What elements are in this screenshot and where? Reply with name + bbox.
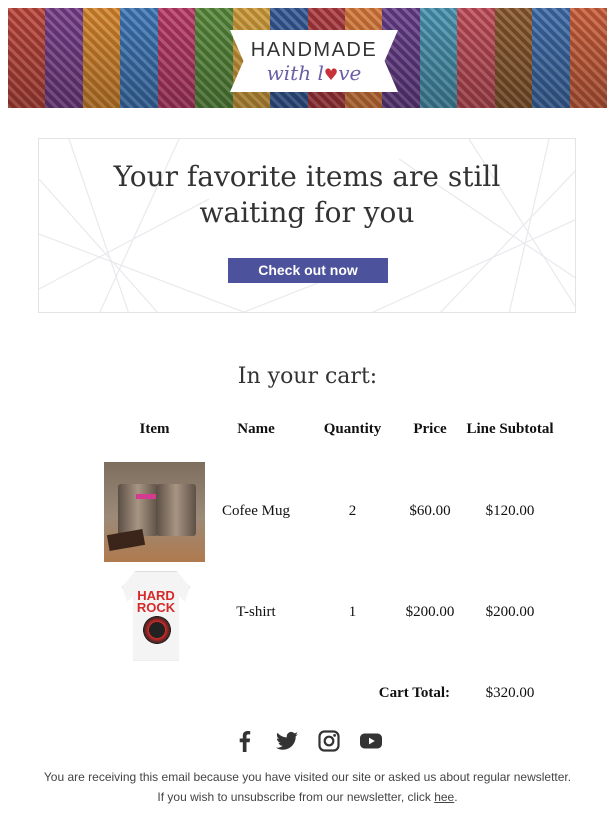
cart-total-value: $320.00 [485, 684, 535, 701]
footer-text-end: . [454, 790, 458, 804]
header-price: Price [413, 420, 447, 437]
header-item: Item [139, 420, 170, 437]
shirt-print-text: HARD ROCK [133, 589, 179, 615]
facebook-icon[interactable] [233, 729, 257, 753]
hero-title-line-1: Your favorite items are still [113, 160, 501, 193]
cart-total-label: Cart Total: [378, 684, 450, 701]
product-subtotal: $200.00 [485, 604, 535, 620]
product-price: $60.00 [409, 503, 451, 519]
product-quantity: 2 [348, 503, 357, 519]
table-row: Cofee Mug 2 $60.00 $120.00 [104, 461, 558, 562]
logo-text-handmade: HANDMADE [250, 39, 378, 61]
product-subtotal: $120.00 [485, 503, 535, 519]
hero-panel: Your favorite items are still waiting for… [38, 138, 576, 313]
brand-logo[interactable]: HANDMADE with l♥ve [230, 30, 398, 92]
logo-with-l: with l [266, 61, 324, 85]
product-name: T-shirt [236, 604, 276, 620]
footer-text: You are receiving this email because you… [43, 770, 572, 804]
hero-title-line-2: waiting for you [199, 196, 415, 229]
unsubscribe-link[interactable]: hee [434, 790, 454, 804]
logo-text-with-love: with l♥ve [230, 61, 398, 87]
item-cell [104, 461, 205, 562]
product-quantity: 1 [348, 604, 357, 620]
cart-total-row: Cart Total: $320.00 [104, 663, 558, 723]
header-line-subtotal: Line Subtotal [466, 420, 554, 437]
item-cell: HARD ROCK [104, 562, 205, 663]
checkout-button[interactable]: Check out now [228, 258, 388, 283]
product-price: $200.00 [405, 604, 455, 620]
cart-header-row: Item Name Quantity Price Line Subtotal [104, 414, 558, 444]
coffee-mug-image[interactable] [104, 461, 205, 562]
heart-icon: ♥ [323, 65, 339, 84]
table-row: HARD ROCK T-shirt 1 $200.00 $200.00 [104, 562, 558, 663]
social-links [233, 729, 383, 753]
twitter-icon[interactable] [275, 729, 299, 753]
header-banner: HANDMADE with l♥ve [8, 8, 607, 108]
footer-disclaimer: You are receiving this email because you… [40, 767, 575, 807]
header-quantity: Quantity [323, 420, 382, 437]
product-name: Cofee Mug [222, 503, 290, 519]
cart-title: In your cart: [237, 364, 378, 389]
tshirt-image[interactable]: HARD ROCK [104, 562, 205, 663]
youtube-icon[interactable] [359, 729, 383, 753]
instagram-icon[interactable] [317, 729, 341, 753]
hero-title: Your favorite items are still waiting for… [39, 159, 575, 231]
header-name: Name [237, 420, 275, 437]
logo-ve: ve [338, 61, 362, 85]
shirt-print-line-2: ROCK [136, 599, 176, 615]
cart-table: Item Name Quantity Price Line Subtotal C… [104, 414, 558, 723]
